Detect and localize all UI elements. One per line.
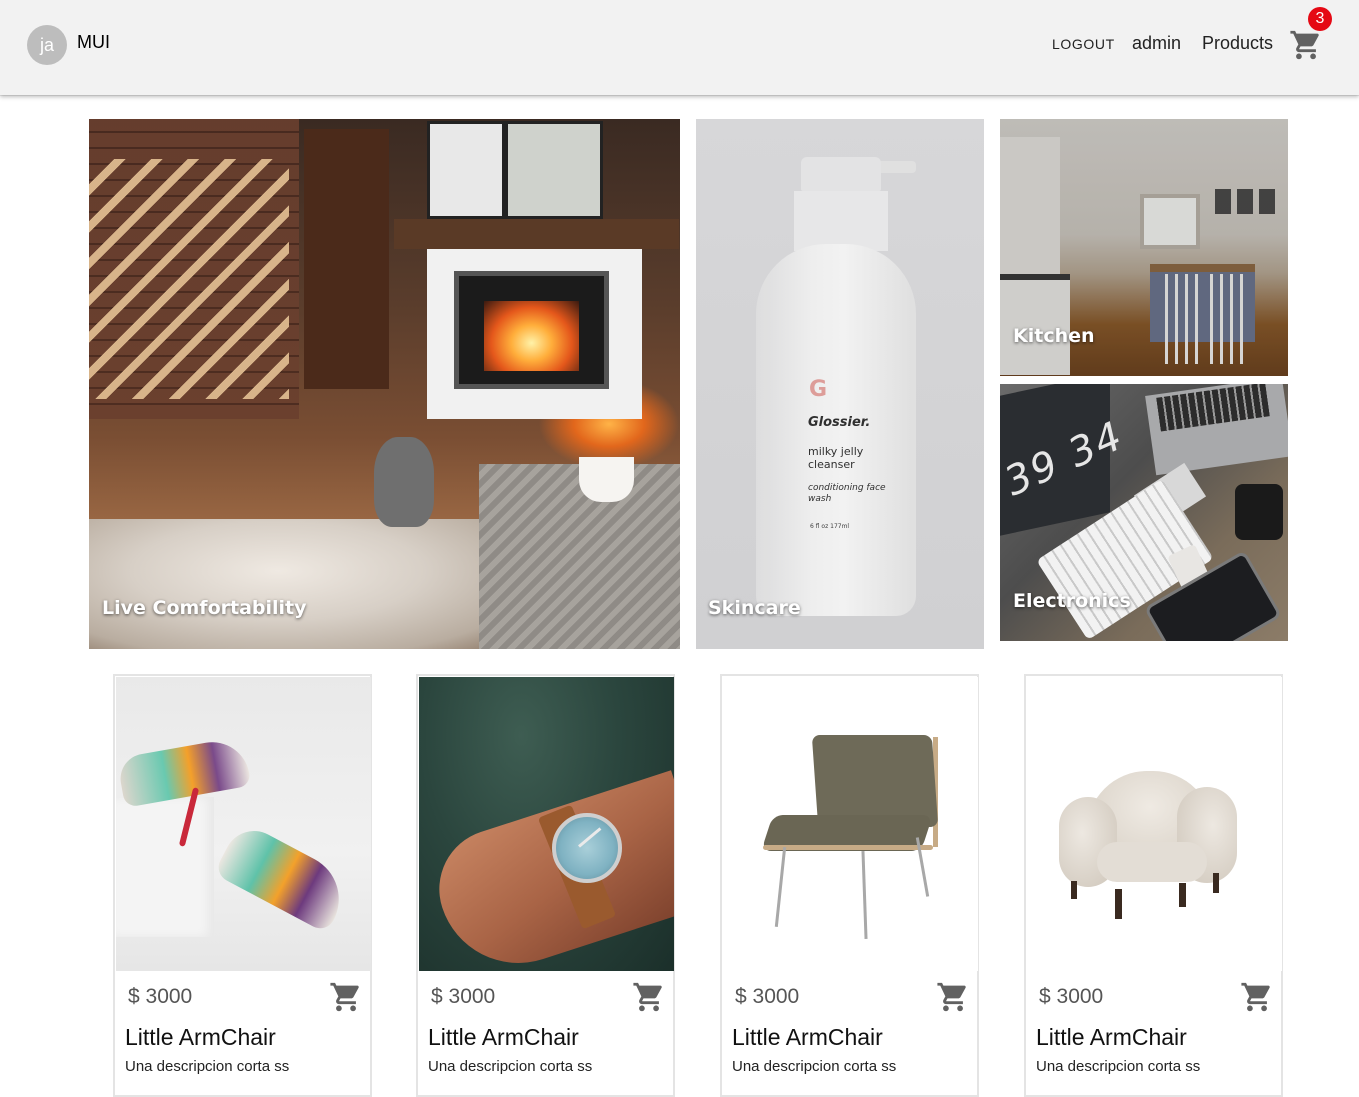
sneaker [116,736,252,808]
chair-leg [774,847,787,927]
product-price: $ 3000 [1039,985,1104,1008]
wooden-door [304,129,389,389]
forearm [423,770,674,971]
product-image-watch[interactable] [419,677,674,971]
admin-link[interactable]: admin [1132,33,1181,54]
mug [579,457,634,502]
shopping-cart-icon [937,982,966,1012]
brand-title: MUI [77,32,110,52]
avatar[interactable]: ja [27,25,67,65]
camera [1235,484,1283,540]
watch-face [552,813,622,883]
fire-flames [484,301,579,371]
wooden-stairs [89,159,289,399]
forest-picture-frame [505,121,603,219]
product-card[interactable]: $ 3000 Little ArmChair Una descripcion c… [113,674,372,1097]
cart-badge: 3 [1308,7,1332,31]
products-link[interactable]: Products [1202,33,1273,54]
product-description: Una descripcion corta ss [125,1058,290,1075]
category-tile-living[interactable]: Live Comfortability [89,119,680,649]
product-title: Little ArmChair [125,1024,276,1050]
display-box [116,797,214,937]
cat [374,437,434,527]
product-image-armchair[interactable] [1027,677,1282,971]
knit-blanket [479,464,680,649]
product-title: Little ArmChair [732,1024,883,1050]
tile-overlay [696,119,984,649]
armchair-leg [1179,883,1186,907]
shopping-cart-icon [1290,30,1319,60]
category-tile-skincare[interactable]: G Glossier. milky jelly cleanser conditi… [696,119,984,649]
shopping-cart-icon [330,982,359,1012]
sneaker [213,820,355,934]
product-description: Una descripcion corta ss [428,1058,593,1075]
armchair-seat [1097,842,1207,882]
category-label-skincare: Skincare [708,597,801,619]
category-tile-electronics[interactable]: 39 34 Electronics [1000,384,1288,641]
product-card[interactable]: $ 3000 Little ArmChair Una descripcion c… [720,674,979,1097]
chair-rail [763,845,933,850]
add-to-cart-button[interactable] [936,980,970,1014]
shopping-cart-icon [1241,982,1270,1012]
armchair-leg [1213,873,1219,893]
product-card[interactable]: $ 3000 Little ArmChair Una descripcion c… [1024,674,1283,1097]
add-to-cart-button[interactable] [632,980,666,1014]
add-to-cart-button[interactable] [329,980,363,1014]
armchair-leg [1115,889,1122,919]
wolf-picture-frame [427,121,505,219]
product-description: Una descripcion corta ss [1036,1058,1201,1075]
armchair-leg [1071,881,1077,899]
product-description: Una descripcion corta ss [732,1058,897,1075]
category-label-electronics: Electronics [1013,590,1131,612]
chair-leg [861,850,868,940]
product-price: $ 3000 [735,985,800,1008]
product-image-sneakers[interactable] [116,677,371,971]
category-label-kitchen: Kitchen [1013,325,1095,347]
product-price: $ 3000 [128,985,193,1008]
product-price: $ 3000 [431,985,496,1008]
product-card[interactable]: $ 3000 Little ArmChair Una descripcion c… [416,674,675,1097]
product-title: Little ArmChair [428,1024,579,1050]
mantel-shelf [394,219,679,249]
category-label-living: Live Comfortability [102,597,307,619]
product-image-lounge-chair[interactable] [723,677,978,971]
chair-back [811,735,939,827]
add-to-cart-button[interactable] [1240,980,1274,1014]
cart-button[interactable] [1289,28,1323,62]
logout-button[interactable]: Logout [1052,36,1115,52]
product-title: Little ArmChair [1036,1024,1187,1050]
category-tile-kitchen[interactable]: Kitchen [1000,119,1288,376]
shopping-cart-icon [633,982,662,1012]
fur-rug [89,519,509,649]
app-bar: ja MUI Logout admin Products 3 [0,0,1359,95]
